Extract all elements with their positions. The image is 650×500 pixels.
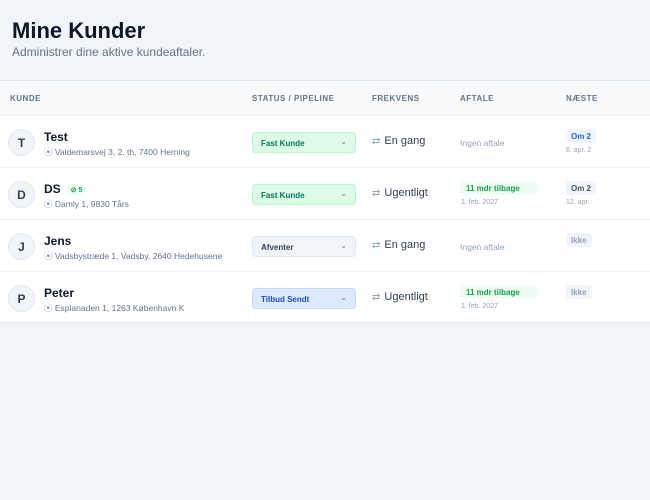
- frequency-text: En gang: [384, 135, 426, 147]
- deal-none: Ingen aftale: [460, 138, 505, 148]
- col-aftale: AFTALE: [460, 94, 494, 103]
- customer-name-text: DS: [44, 182, 61, 196]
- check-circle-icon: ⊘: [70, 186, 77, 194]
- avatar: T: [8, 129, 35, 156]
- frequency-text: Ugentligt: [384, 291, 428, 303]
- address-text: Damly 1, 9830 Tårs: [54, 199, 129, 209]
- chevron-down-icon: ⌄: [340, 189, 347, 198]
- avatar: J: [8, 233, 35, 260]
- customer-address: ⦿ Valdemarsvej 3, 2. th, 7400 Herning: [44, 146, 190, 158]
- map-pin-icon: ⦿: [44, 251, 53, 261]
- badge-count: 5: [78, 186, 83, 194]
- status-value: Fast Kunde: [261, 139, 305, 148]
- next-visit-badge: Ikke: [566, 233, 592, 247]
- chevron-down-icon: ⌄: [340, 293, 347, 302]
- table-row[interactable]: D DS ⊘ 5 ⦿ Damly 1, 9830 Tårs Fast Kunde ⌄…: [0, 168, 650, 220]
- frequency: ⇄ Ugentligt: [372, 291, 428, 303]
- customer-address: ⦿ Vadsbystræde 1, Vadsby, 2640 Hedehusen…: [44, 250, 222, 262]
- col-status: STATUS / PIPELINE: [252, 94, 335, 103]
- table-row[interactable]: P Peter ⦿ Esplanaden 1, 1263 København K…: [0, 272, 650, 324]
- col-kunde: KUNDE: [10, 94, 41, 103]
- frequency: ⇄ En gang: [372, 239, 425, 251]
- avatar: P: [8, 285, 35, 312]
- next-visit-badge: Ikke: [566, 285, 592, 299]
- table-row[interactable]: J Jens ⦿ Vadsbystræde 1, Vadsby, 2640 He…: [0, 220, 650, 272]
- deal-badge: 11 mdr tilbage: [460, 181, 538, 195]
- page-subtitle: Administrer dine aktive kundeaftaler.: [12, 45, 206, 59]
- status-value: Tilbud Sendt: [261, 295, 310, 304]
- map-pin-icon: ⦿: [44, 147, 53, 157]
- frequency-text: En gang: [384, 239, 426, 251]
- page-title: Mine Kunder: [12, 18, 146, 43]
- status-dropdown[interactable]: Tilbud Sendt ⌄: [252, 288, 356, 309]
- address-text: Esplanaden 1, 1263 København K: [54, 303, 185, 313]
- customer-name[interactable]: DS ⊘ 5: [44, 182, 87, 196]
- customer-name-text: Test: [44, 130, 68, 144]
- customer-name[interactable]: Jens: [44, 234, 71, 248]
- deal-badge: 11 mdr tilbage: [460, 285, 538, 299]
- deal-date: 1. feb. 2027: [461, 199, 498, 206]
- repeat-icon: ⇄: [372, 240, 381, 251]
- col-naeste: NÆSTE: [566, 94, 598, 103]
- customer-name-text: Jens: [44, 234, 72, 248]
- status-dropdown[interactable]: Fast Kunde ⌄: [252, 184, 356, 205]
- status-value: Afventer: [261, 243, 294, 252]
- customer-name-text: Peter: [44, 286, 75, 300]
- next-visit-date: 12. apr.: [566, 199, 590, 206]
- deal-none: Ingen aftale: [460, 242, 505, 252]
- status-dropdown[interactable]: Fast Kunde ⌄: [252, 132, 356, 153]
- table-row[interactable]: T Test ⦿ Valdemarsvej 3, 2. th, 7400 Her…: [0, 116, 650, 168]
- frequency: ⇄ En gang: [372, 135, 425, 147]
- repeat-icon: ⇄: [372, 188, 381, 199]
- customer-address: ⦿ Damly 1, 9830 Tårs: [44, 198, 129, 210]
- deal-date: 1. feb. 2027: [461, 303, 498, 310]
- job-count-badge: ⊘ 5: [66, 184, 87, 195]
- chevron-down-icon: ⌄: [340, 241, 347, 250]
- customer-name[interactable]: Peter: [44, 286, 74, 300]
- next-visit-date: 6. apr. 2: [566, 147, 592, 154]
- address-text: Vadsbystræde 1, Vadsby, 2640 Hedehusene: [54, 251, 223, 261]
- status-dropdown[interactable]: Afventer ⌄: [252, 236, 356, 257]
- customers-table: KUNDE STATUS / PIPELINE FREKVENS AFTALE …: [0, 80, 650, 324]
- map-pin-icon: ⦿: [44, 303, 53, 313]
- repeat-icon: ⇄: [372, 292, 381, 303]
- customer-address: ⦿ Esplanaden 1, 1263 København K: [44, 302, 184, 314]
- next-visit-badge: Om 2: [566, 129, 597, 143]
- status-value: Fast Kunde: [261, 191, 305, 200]
- frequency: ⇄ Ugentligt: [372, 187, 428, 199]
- avatar: D: [8, 181, 35, 208]
- address-text: Valdemarsvej 3, 2. th, 7400 Herning: [54, 147, 190, 157]
- chevron-down-icon: ⌄: [340, 137, 347, 146]
- next-visit-badge: Om 2: [566, 181, 597, 195]
- map-pin-icon: ⦿: [44, 199, 53, 209]
- col-frekvens: FREKVENS: [372, 94, 420, 103]
- customer-name[interactable]: Test: [44, 130, 68, 144]
- repeat-icon: ⇄: [372, 136, 381, 147]
- frequency-text: Ugentligt: [384, 187, 428, 199]
- table-header: KUNDE STATUS / PIPELINE FREKVENS AFTALE …: [0, 81, 650, 116]
